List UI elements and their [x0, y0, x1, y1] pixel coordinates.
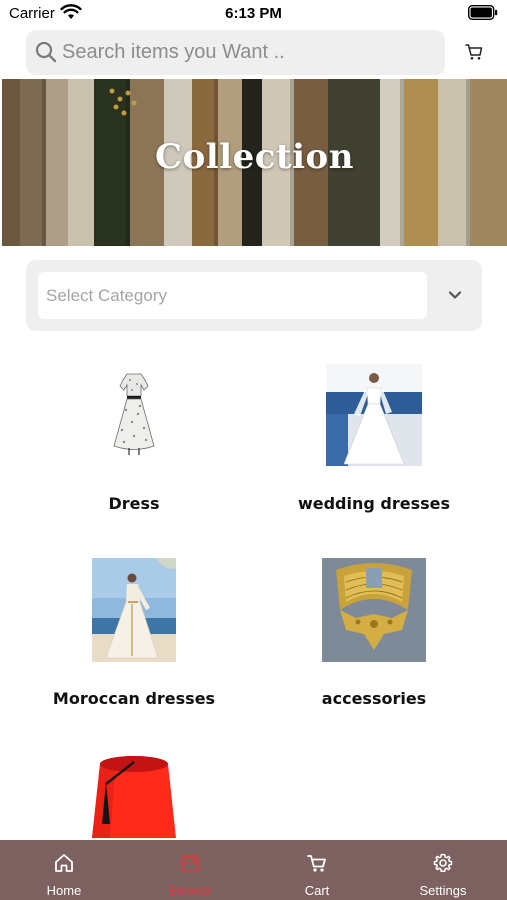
category-label: Dress [108, 494, 160, 513]
tab-label: Browse [168, 883, 212, 898]
category-card-fez[interactable] [14, 752, 254, 840]
tab-label: Settings [419, 883, 467, 898]
tab-home[interactable]: Home [1, 840, 127, 900]
bottom-tab-bar: Home Browse Cart Settings [0, 840, 507, 900]
chevron-down-icon[interactable] [447, 287, 463, 303]
cart-icon[interactable] [464, 42, 484, 62]
tab-label: Home [46, 883, 82, 898]
tab-label: Cart [304, 883, 330, 898]
status-time: 6:13 PM [225, 5, 282, 22]
fez-hat-image [76, 754, 192, 840]
tab-browse[interactable]: Browse [127, 840, 253, 900]
category-label: wedding dresses [297, 494, 451, 513]
home-icon [55, 854, 73, 872]
category-card-wedding-dresses[interactable]: wedding dresses [254, 360, 494, 520]
battery-icon [468, 5, 498, 20]
category-card-accessories[interactable]: accessories [254, 556, 494, 716]
category-card-dress[interactable]: Dress [14, 360, 254, 520]
accessories-image [322, 558, 426, 662]
cart-icon [307, 855, 326, 872]
tab-settings[interactable]: Settings [380, 840, 506, 900]
tab-cart[interactable]: Cart [254, 840, 380, 900]
category-label: accessories [321, 689, 427, 708]
status-bar: Carrier 6:13 PM [0, 0, 507, 28]
search-bar[interactable] [26, 30, 445, 75]
banner-title: Collection [155, 137, 354, 177]
search-input[interactable] [62, 30, 437, 75]
category-dropdown[interactable]: Select Category [26, 260, 482, 331]
category-card-moroccan-dresses[interactable]: Moroccan dresses [14, 556, 254, 716]
wedding-dress-image [326, 364, 422, 466]
moroccan-dress-image [92, 558, 176, 662]
calendar-icon [181, 854, 199, 872]
collection-banner: Collection [2, 79, 507, 246]
gear-icon [433, 853, 453, 872]
category-select[interactable]: Select Category [38, 272, 427, 319]
search-icon [35, 41, 57, 63]
dress-image [96, 360, 172, 460]
category-label: Moroccan dresses [52, 689, 216, 708]
